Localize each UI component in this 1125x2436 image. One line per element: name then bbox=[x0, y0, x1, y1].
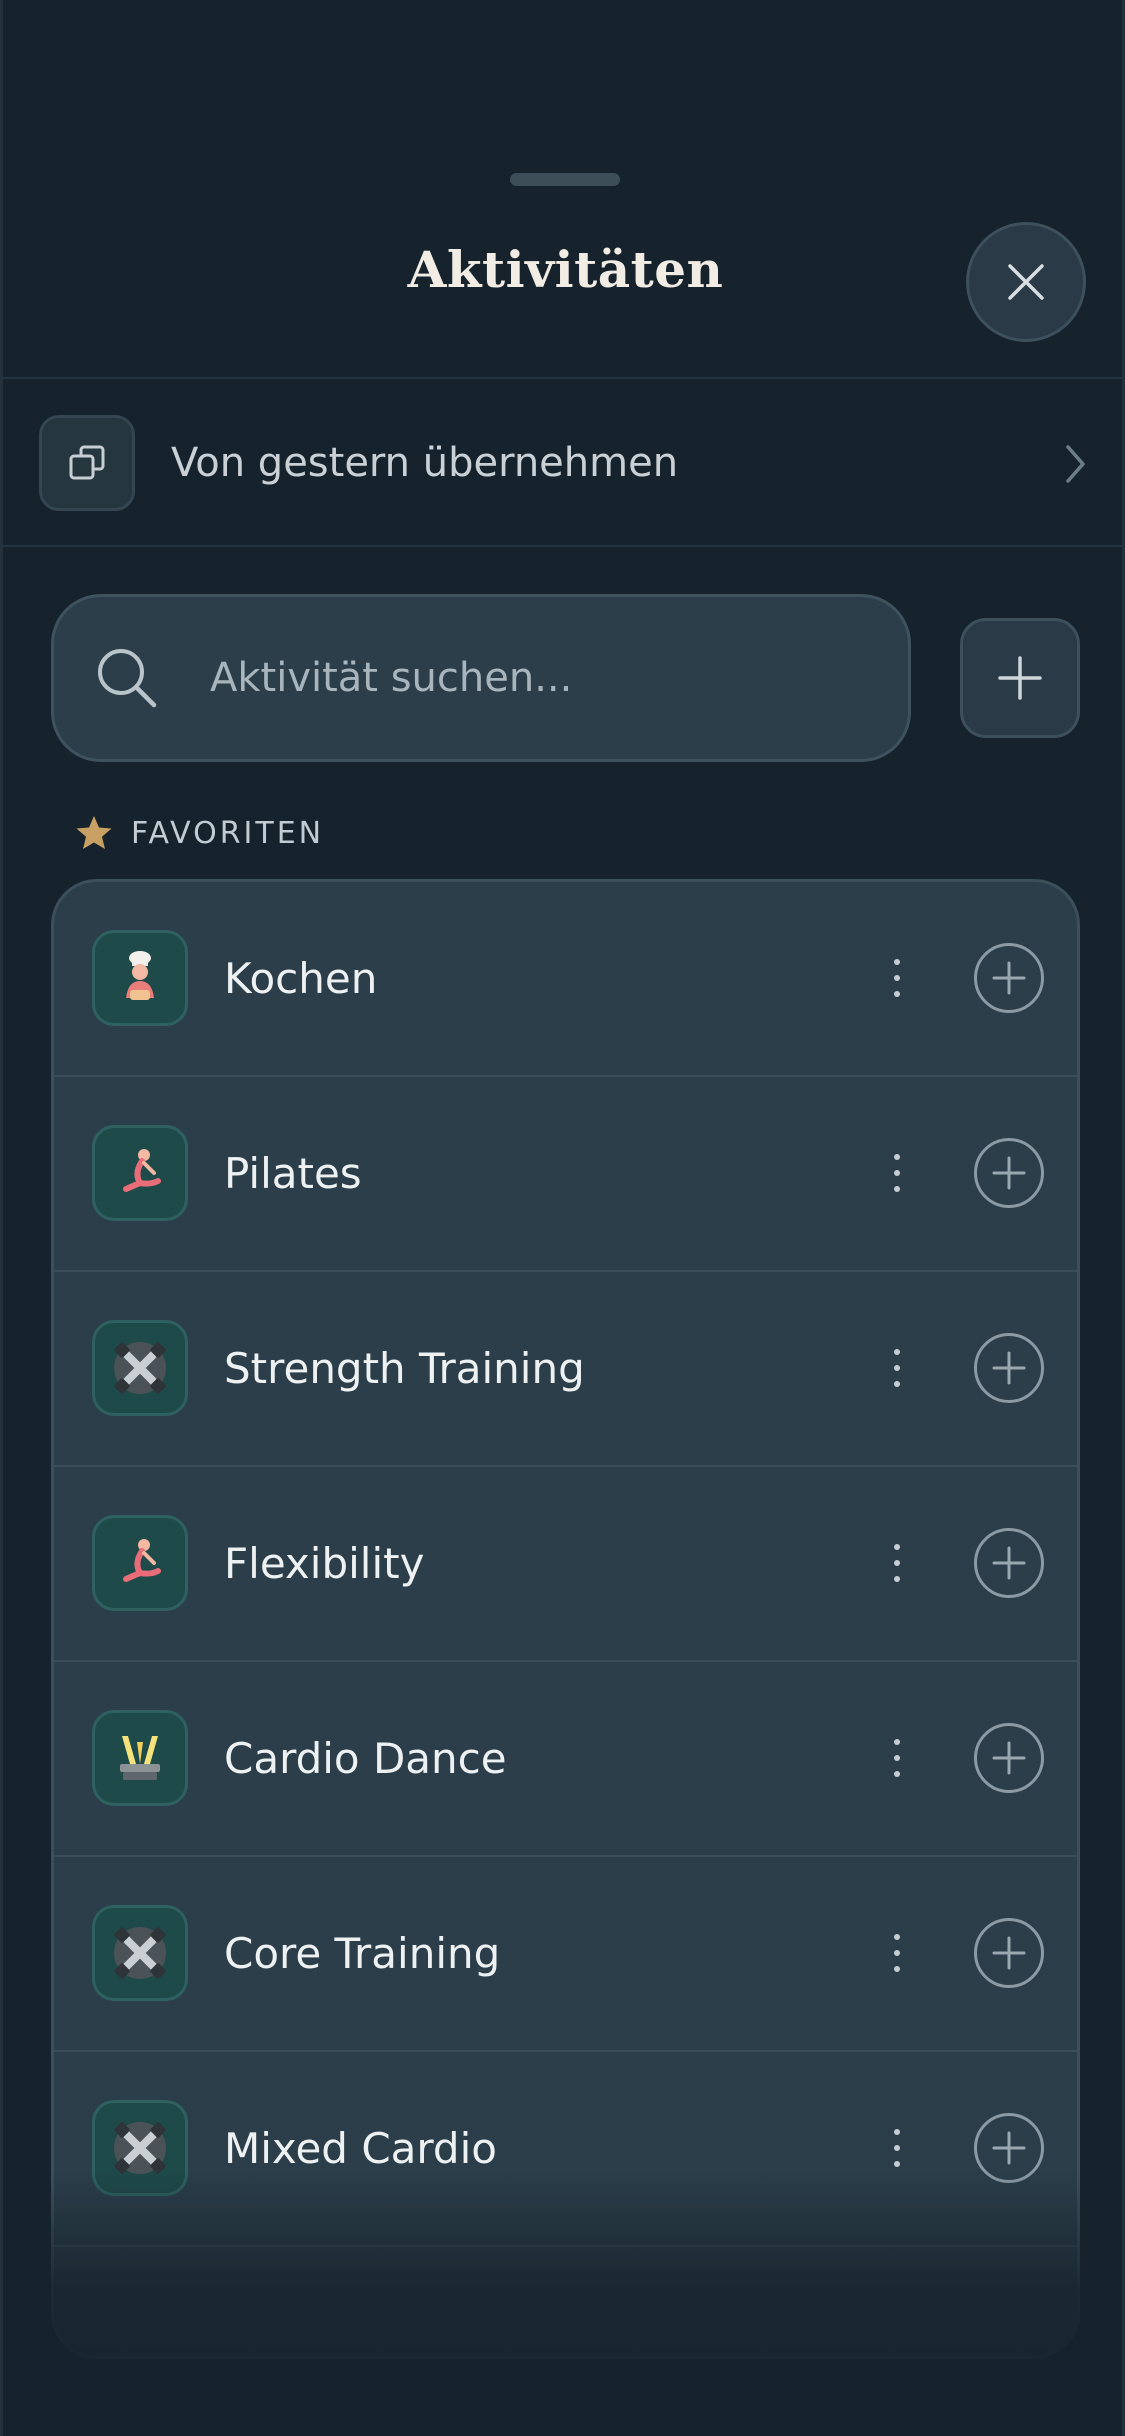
plus-icon bbox=[992, 1546, 1026, 1580]
search-field[interactable]: Aktivität suchen... bbox=[51, 594, 911, 762]
close-button[interactable] bbox=[966, 222, 1086, 342]
activity-label: Mixed Cardio bbox=[224, 2124, 497, 2173]
plus-icon bbox=[992, 1936, 1026, 1970]
dumbbells-icon bbox=[92, 1320, 188, 1416]
add-to-day-button[interactable] bbox=[974, 1138, 1044, 1208]
search-icon bbox=[98, 649, 157, 708]
more-options-icon[interactable] bbox=[882, 938, 912, 1018]
close-icon bbox=[1008, 264, 1044, 300]
list-item[interactable]: Cardio Dance bbox=[54, 1662, 1077, 1857]
list-item[interactable]: Core Training bbox=[54, 1857, 1077, 2052]
plus-icon bbox=[992, 2131, 1026, 2165]
copy-from-yesterday-row[interactable]: Von gestern übernehmen bbox=[3, 380, 1122, 546]
list-item[interactable]: Pilates bbox=[54, 1077, 1077, 1272]
plus-icon bbox=[992, 961, 1026, 995]
more-options-icon[interactable] bbox=[882, 1328, 912, 1408]
list-item[interactable]: Mixed Cardio bbox=[54, 2052, 1077, 2247]
plus-icon bbox=[992, 1156, 1026, 1190]
pilates-pose-icon bbox=[92, 1515, 188, 1611]
chevron-right-icon bbox=[1066, 445, 1085, 483]
sheet-title: Aktivitäten bbox=[407, 240, 724, 299]
dumbbells-icon bbox=[92, 1905, 188, 2001]
plus-icon bbox=[998, 656, 1042, 700]
favorites-header: FAVORITEN bbox=[75, 815, 324, 851]
add-to-day-button[interactable] bbox=[974, 1333, 1044, 1403]
add-to-day-button[interactable] bbox=[974, 1918, 1044, 1988]
list-item[interactable]: Strength Training bbox=[54, 1272, 1077, 1467]
add-to-day-button[interactable] bbox=[974, 2113, 1044, 2183]
more-options-icon[interactable] bbox=[882, 1133, 912, 1213]
activities-sheet: Aktivitäten Von gestern übernehmen Aktiv… bbox=[0, 0, 1125, 2436]
sheet-grabber[interactable] bbox=[510, 173, 620, 186]
plus-icon bbox=[992, 1351, 1026, 1385]
add-activity-button[interactable] bbox=[960, 618, 1080, 738]
plus-icon bbox=[992, 1741, 1026, 1775]
activity-label: Cardio Dance bbox=[224, 1734, 507, 1783]
activity-label: Pilates bbox=[224, 1149, 362, 1198]
star-icon bbox=[76, 816, 112, 849]
copy-icon bbox=[69, 445, 105, 480]
dance-lights-icon bbox=[92, 1710, 188, 1806]
copy-icon-box bbox=[39, 415, 135, 511]
favorites-list: Kochen Pilates Strength Training Flexibi… bbox=[51, 879, 1080, 2359]
copy-from-yesterday-label: Von gestern übernehmen bbox=[171, 440, 679, 486]
pilates-pose-icon bbox=[92, 1125, 188, 1221]
more-options-icon[interactable] bbox=[882, 1913, 912, 1993]
more-options-icon[interactable] bbox=[882, 2108, 912, 2188]
add-to-day-button[interactable] bbox=[974, 1528, 1044, 1598]
activity-label: Core Training bbox=[224, 1929, 501, 1978]
add-to-day-button[interactable] bbox=[974, 943, 1044, 1013]
dumbbells-icon bbox=[92, 2100, 188, 2196]
activity-label: Kochen bbox=[224, 954, 378, 1003]
divider bbox=[3, 545, 1122, 547]
favorites-label: FAVORITEN bbox=[131, 815, 325, 851]
list-item[interactable]: Flexibility bbox=[54, 1467, 1077, 1662]
activity-label: Strength Training bbox=[224, 1344, 585, 1393]
more-options-icon[interactable] bbox=[882, 1523, 912, 1603]
divider bbox=[3, 377, 1122, 379]
more-options-icon[interactable] bbox=[882, 1718, 912, 1798]
activity-label: Flexibility bbox=[224, 1539, 425, 1588]
add-to-day-button[interactable] bbox=[974, 1723, 1044, 1793]
search-input-placeholder[interactable]: Aktivität suchen... bbox=[210, 655, 572, 701]
list-item[interactable]: Kochen bbox=[54, 882, 1077, 1077]
chef-icon bbox=[92, 930, 188, 1026]
